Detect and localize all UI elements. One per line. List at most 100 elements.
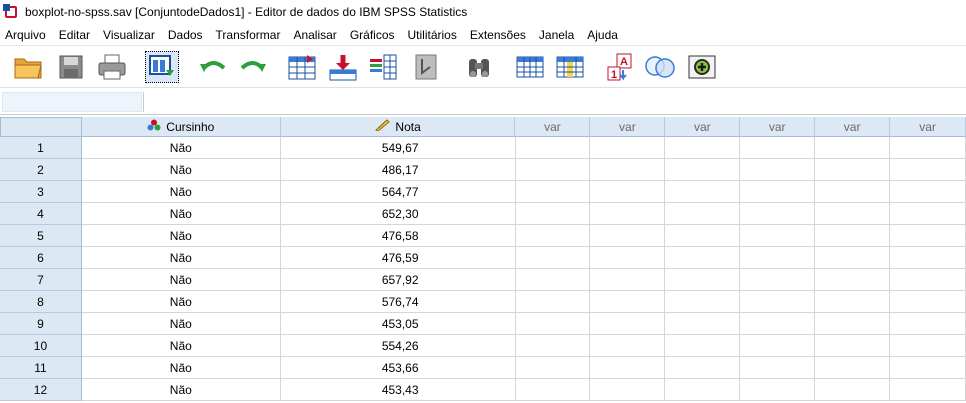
cell-empty[interactable] (815, 181, 891, 203)
cell-empty[interactable] (590, 159, 666, 181)
cell-empty[interactable] (515, 357, 591, 379)
cell-nota[interactable]: 554,26 (280, 335, 516, 357)
column-header-var[interactable]: var (665, 117, 741, 137)
row-number[interactable]: 12 (0, 379, 82, 401)
custom-attributes-icon[interactable] (685, 51, 719, 83)
cell-nota[interactable]: 453,05 (280, 313, 516, 335)
cell-reference-field[interactable] (2, 92, 142, 112)
cell-empty[interactable] (890, 357, 966, 379)
menu-graficos[interactable]: Gráficos (350, 28, 402, 42)
cell-empty[interactable] (815, 357, 891, 379)
use-sets-icon[interactable] (643, 51, 677, 83)
row-number[interactable]: 3 (0, 181, 82, 203)
menu-janela[interactable]: Janela (539, 28, 581, 42)
cell-empty[interactable] (515, 159, 591, 181)
cell-empty[interactable] (740, 269, 816, 291)
cell-empty[interactable] (515, 379, 591, 401)
cell-empty[interactable] (515, 269, 591, 291)
cell-empty[interactable] (740, 357, 816, 379)
find-icon[interactable] (462, 51, 496, 83)
cell-empty[interactable] (590, 357, 666, 379)
cell-empty[interactable] (740, 181, 816, 203)
menu-arquivo[interactable]: Arquivo (5, 28, 53, 42)
cell-empty[interactable] (890, 335, 966, 357)
cell-cursinho[interactable]: Não (81, 269, 281, 291)
grid-corner[interactable] (0, 117, 82, 137)
menu-analisar[interactable]: Analisar (293, 28, 343, 42)
cell-empty[interactable] (665, 159, 741, 181)
column-header-nota[interactable]: Nota (280, 117, 516, 137)
cell-empty[interactable] (515, 137, 591, 159)
cell-cursinho[interactable]: Não (81, 291, 281, 313)
cell-cursinho[interactable]: Não (81, 379, 281, 401)
cell-empty[interactable] (740, 313, 816, 335)
cell-cursinho[interactable]: Não (81, 203, 281, 225)
cell-cursinho[interactable]: Não (81, 313, 281, 335)
cell-empty[interactable] (890, 181, 966, 203)
cell-empty[interactable] (815, 291, 891, 313)
undo-icon[interactable] (196, 51, 230, 83)
column-header-var[interactable]: var (740, 117, 816, 137)
cell-empty[interactable] (665, 203, 741, 225)
cell-cursinho[interactable]: Não (81, 137, 281, 159)
cell-empty[interactable] (815, 335, 891, 357)
cell-empty[interactable] (890, 269, 966, 291)
cell-empty[interactable] (740, 225, 816, 247)
menu-visualizar[interactable]: Visualizar (103, 28, 162, 42)
cell-empty[interactable] (740, 291, 816, 313)
menu-dados[interactable]: Dados (168, 28, 210, 42)
cell-empty[interactable] (815, 247, 891, 269)
cell-empty[interactable] (515, 313, 591, 335)
row-number[interactable]: 8 (0, 291, 82, 313)
row-number[interactable]: 5 (0, 225, 82, 247)
row-number[interactable]: 1 (0, 137, 82, 159)
variables-icon[interactable] (366, 51, 400, 83)
cell-empty[interactable] (590, 247, 666, 269)
cell-nota[interactable]: 453,66 (280, 357, 516, 379)
column-header-var[interactable]: var (515, 117, 591, 137)
insert-variable-icon[interactable] (553, 51, 587, 83)
cell-empty[interactable] (590, 269, 666, 291)
row-number[interactable]: 10 (0, 335, 82, 357)
cell-empty[interactable] (590, 225, 666, 247)
goto-case-icon[interactable] (285, 51, 319, 83)
open-folder-icon[interactable] (12, 51, 46, 83)
menu-ajuda[interactable]: Ajuda (587, 28, 625, 42)
cell-empty[interactable] (590, 291, 666, 313)
cell-nota[interactable]: 476,59 (280, 247, 516, 269)
cell-empty[interactable] (665, 313, 741, 335)
cell-empty[interactable] (515, 203, 591, 225)
row-number[interactable]: 11 (0, 357, 82, 379)
cell-empty[interactable] (740, 335, 816, 357)
cell-nota[interactable]: 549,67 (280, 137, 516, 159)
cell-cursinho[interactable]: Não (81, 159, 281, 181)
cell-empty[interactable] (890, 225, 966, 247)
cell-cursinho[interactable]: Não (81, 247, 281, 269)
cell-empty[interactable] (665, 379, 741, 401)
column-header-var[interactable]: var (890, 117, 966, 137)
menu-transformar[interactable]: Transformar (216, 28, 288, 42)
column-header-var[interactable]: var (815, 117, 891, 137)
cell-empty[interactable] (815, 203, 891, 225)
cell-empty[interactable] (665, 137, 741, 159)
cell-empty[interactable] (890, 247, 966, 269)
cell-nota[interactable]: 486,17 (280, 159, 516, 181)
cell-empty[interactable] (815, 269, 891, 291)
cell-cursinho[interactable]: Não (81, 357, 281, 379)
recall-dialog-icon[interactable] (145, 51, 179, 83)
cell-empty[interactable] (665, 269, 741, 291)
cell-empty[interactable] (740, 203, 816, 225)
cell-empty[interactable] (515, 181, 591, 203)
cell-empty[interactable] (590, 137, 666, 159)
cell-empty[interactable] (890, 379, 966, 401)
cell-nota[interactable]: 476,58 (280, 225, 516, 247)
cell-nota[interactable]: 453,43 (280, 379, 516, 401)
cell-empty[interactable] (665, 247, 741, 269)
row-number[interactable]: 2 (0, 159, 82, 181)
goto-variable-icon[interactable] (326, 51, 360, 83)
row-number[interactable]: 4 (0, 203, 82, 225)
cell-empty[interactable] (590, 203, 666, 225)
cell-empty[interactable] (515, 291, 591, 313)
column-header-var[interactable]: var (590, 117, 666, 137)
cell-nota[interactable]: 657,92 (280, 269, 516, 291)
